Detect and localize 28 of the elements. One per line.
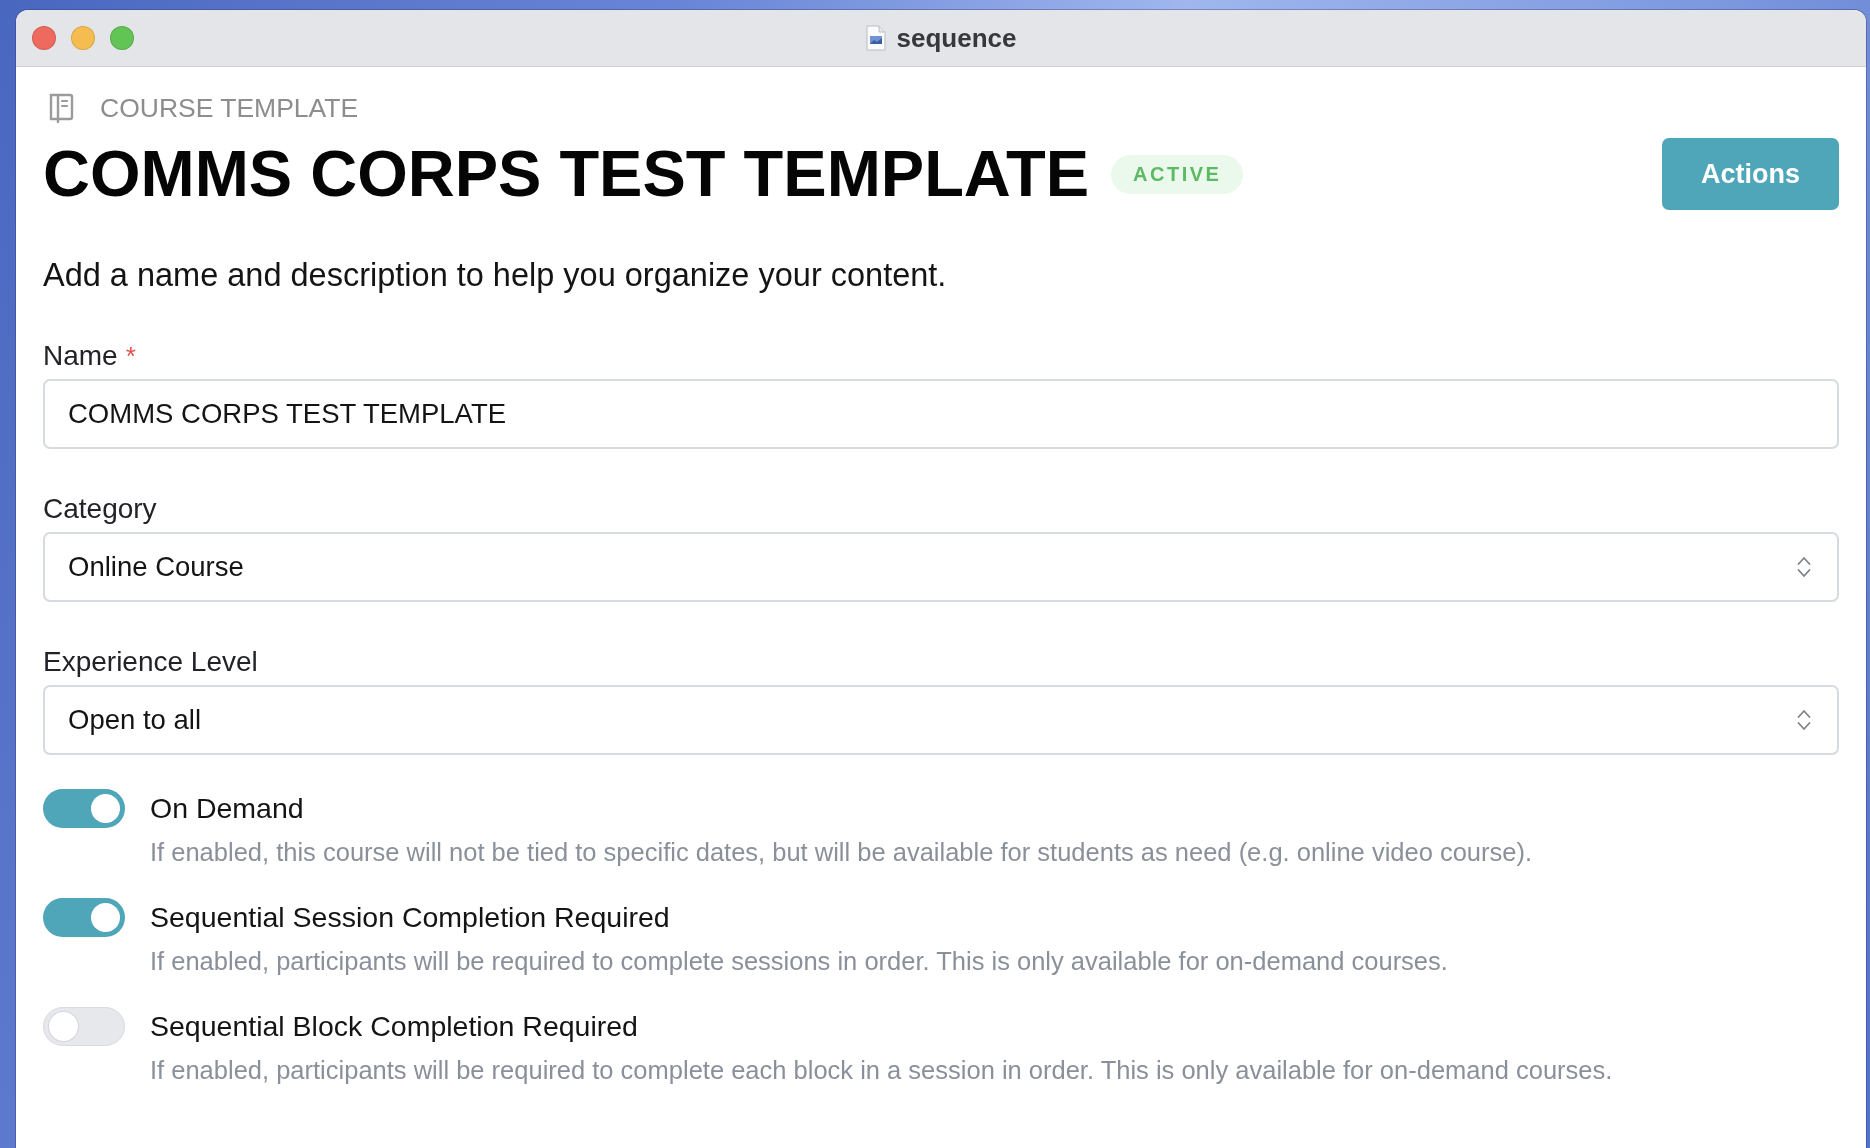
toggle-hint: If enabled, participants will be required to complete each block in a session in order. This is only available for on-demand courses. xyxy=(150,1055,1614,1085)
zoom-button[interactable] xyxy=(110,26,134,50)
intro-text: Add a name and description to help you organize your content. xyxy=(43,257,948,293)
toggle-hint: If enabled, this course will not be tied to specific dates, but will be available for students as need (e.g. online video course). xyxy=(150,837,1534,867)
page-title: COMMS CORPS TEST TEMPLATE xyxy=(43,138,1090,210)
required-mark: * xyxy=(125,340,136,372)
document-icon xyxy=(865,25,886,51)
field-label: Category xyxy=(43,493,157,525)
toggle-switch[interactable] xyxy=(43,789,125,828)
toggle-hint: If enabled, participants will be required to complete sessions in order. This is only available for on-demand courses. xyxy=(150,946,1449,976)
toggle-switch[interactable] xyxy=(43,898,125,937)
select-field[interactable]: Open to all xyxy=(43,685,1839,755)
toggle-switch[interactable] xyxy=(43,1007,125,1046)
window-title: sequence xyxy=(896,23,1017,53)
close-button[interactable] xyxy=(32,26,56,50)
notebook-icon xyxy=(48,93,74,123)
text-field[interactable]: COMMS CORPS TEST TEMPLATE xyxy=(43,379,1839,449)
toggle-label: Sequential Block Completion Required xyxy=(150,1009,639,1044)
select-field[interactable]: Online Course xyxy=(43,532,1839,602)
status-badge: ACTIVE xyxy=(1111,154,1244,194)
section-label: COURSE TEMPLATE xyxy=(100,93,359,123)
chevron-up-down-icon xyxy=(1797,556,1811,578)
chevron-up-down-icon xyxy=(1797,709,1811,731)
toggle-label: Sequential Session Completion Required xyxy=(150,900,671,935)
toggle-label: On Demand xyxy=(150,791,305,826)
field-label: Experience Level xyxy=(43,646,258,678)
minimize-button[interactable] xyxy=(71,26,95,50)
field-label: Name xyxy=(43,340,118,372)
